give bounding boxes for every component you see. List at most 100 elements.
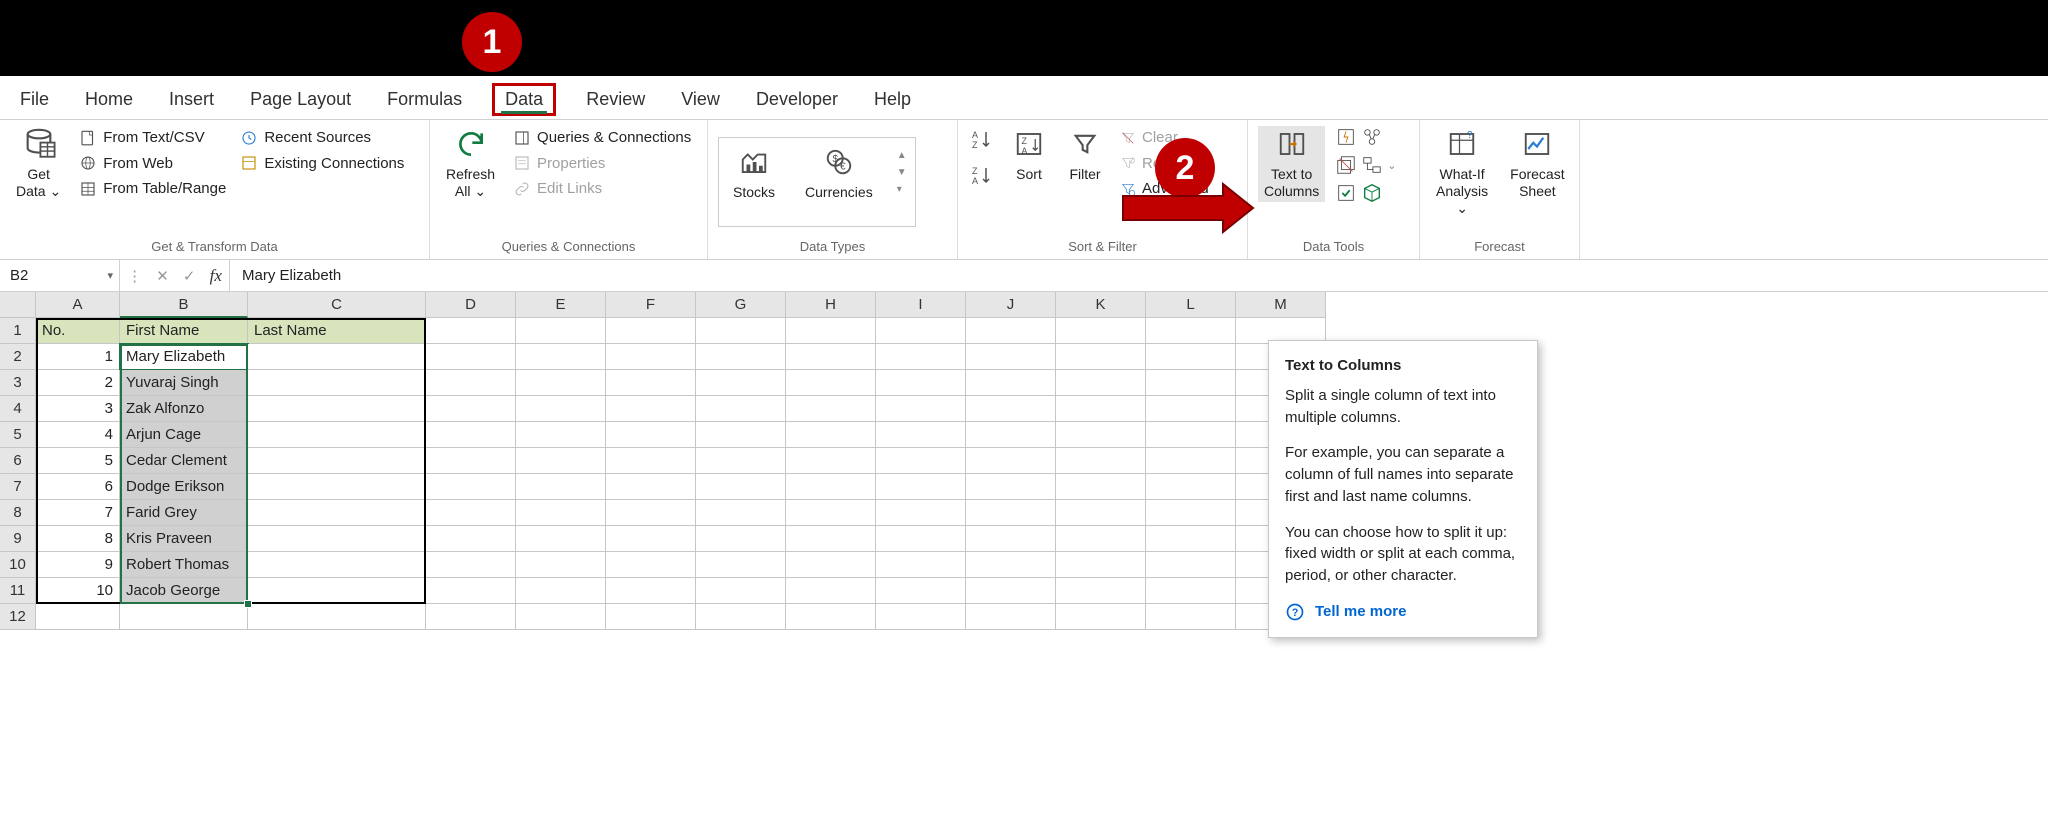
cell-G9[interactable] xyxy=(696,526,786,552)
cell-L11[interactable] xyxy=(1146,578,1236,604)
cell-L6[interactable] xyxy=(1146,448,1236,474)
cell-A10[interactable]: 9 xyxy=(36,552,120,578)
cell-G5[interactable] xyxy=(696,422,786,448)
cell-C9[interactable] xyxy=(248,526,426,552)
get-data-button[interactable]: GetData ⌄ xyxy=(10,126,67,202)
cell-I10[interactable] xyxy=(876,552,966,578)
cell-C4[interactable] xyxy=(248,396,426,422)
cell-B8[interactable]: Farid Grey xyxy=(120,500,248,526)
cell-I1[interactable] xyxy=(876,318,966,344)
cell-B2[interactable]: Mary Elizabeth xyxy=(120,344,248,370)
cell-F12[interactable] xyxy=(606,604,696,630)
cell-E5[interactable] xyxy=(516,422,606,448)
cell-J1[interactable] xyxy=(966,318,1056,344)
cell-H12[interactable] xyxy=(786,604,876,630)
cell-H6[interactable] xyxy=(786,448,876,474)
column-header-B[interactable]: B xyxy=(120,292,248,318)
properties-button[interactable]: Properties xyxy=(511,152,693,176)
cell-L3[interactable] xyxy=(1146,370,1236,396)
row-header-4[interactable]: 4 xyxy=(0,396,36,422)
cell-C6[interactable] xyxy=(248,448,426,474)
cell-D10[interactable] xyxy=(426,552,516,578)
name-box-dropdown-icon[interactable]: ▾ xyxy=(107,269,113,282)
cell-J6[interactable] xyxy=(966,448,1056,474)
cell-K8[interactable] xyxy=(1056,500,1146,526)
cell-F3[interactable] xyxy=(606,370,696,396)
sort-asc-button[interactable]: AZ xyxy=(968,126,996,154)
tab-page-layout[interactable]: Page Layout xyxy=(244,83,357,116)
cell-L2[interactable] xyxy=(1146,344,1236,370)
cell-E2[interactable] xyxy=(516,344,606,370)
cell-I8[interactable] xyxy=(876,500,966,526)
cell-E1[interactable] xyxy=(516,318,606,344)
cell-B5[interactable]: Arjun Cage xyxy=(120,422,248,448)
cell-A1[interactable]: No. xyxy=(36,318,120,344)
row-header-2[interactable]: 2 xyxy=(0,344,36,370)
cell-D3[interactable] xyxy=(426,370,516,396)
cell-L12[interactable] xyxy=(1146,604,1236,630)
cell-J9[interactable] xyxy=(966,526,1056,552)
cell-D1[interactable] xyxy=(426,318,516,344)
cell-E10[interactable] xyxy=(516,552,606,578)
cell-I12[interactable] xyxy=(876,604,966,630)
cell-B1[interactable]: First Name xyxy=(120,318,248,344)
cell-C1[interactable]: Last Name xyxy=(248,318,426,344)
cell-H9[interactable] xyxy=(786,526,876,552)
cell-D9[interactable] xyxy=(426,526,516,552)
cell-G11[interactable] xyxy=(696,578,786,604)
cell-G3[interactable] xyxy=(696,370,786,396)
cell-F11[interactable] xyxy=(606,578,696,604)
cell-D12[interactable] xyxy=(426,604,516,630)
row-header-6[interactable]: 6 xyxy=(0,448,36,474)
cell-D2[interactable] xyxy=(426,344,516,370)
cell-A6[interactable]: 5 xyxy=(36,448,120,474)
cell-A5[interactable]: 4 xyxy=(36,422,120,448)
cell-I9[interactable] xyxy=(876,526,966,552)
cell-E11[interactable] xyxy=(516,578,606,604)
cell-D11[interactable] xyxy=(426,578,516,604)
cell-B10[interactable]: Robert Thomas xyxy=(120,552,248,578)
column-header-I[interactable]: I xyxy=(876,292,966,318)
cell-C8[interactable] xyxy=(248,500,426,526)
cell-G8[interactable] xyxy=(696,500,786,526)
cancel-icon[interactable]: ✕ xyxy=(156,267,169,285)
column-header-D[interactable]: D xyxy=(426,292,516,318)
cell-F4[interactable] xyxy=(606,396,696,422)
cell-K9[interactable] xyxy=(1056,526,1146,552)
data-validation-icon[interactable] xyxy=(1335,182,1357,204)
cell-E3[interactable] xyxy=(516,370,606,396)
cell-J7[interactable] xyxy=(966,474,1056,500)
recent-sources-button[interactable]: Recent Sources xyxy=(238,126,406,150)
cell-J5[interactable] xyxy=(966,422,1056,448)
row-header-12[interactable]: 12 xyxy=(0,604,36,630)
cell-F10[interactable] xyxy=(606,552,696,578)
cell-K1[interactable] xyxy=(1056,318,1146,344)
formula-input[interactable]: Mary Elizabeth xyxy=(230,260,2048,291)
cell-D6[interactable] xyxy=(426,448,516,474)
consolidate-icon[interactable] xyxy=(1361,126,1383,148)
cell-B3[interactable]: Yuvaraj Singh xyxy=(120,370,248,396)
cell-J10[interactable] xyxy=(966,552,1056,578)
relationships-icon[interactable] xyxy=(1361,154,1383,176)
cell-F7[interactable] xyxy=(606,474,696,500)
cell-L9[interactable] xyxy=(1146,526,1236,552)
cell-F9[interactable] xyxy=(606,526,696,552)
tab-formulas[interactable]: Formulas xyxy=(381,83,468,116)
cell-J12[interactable] xyxy=(966,604,1056,630)
text-to-columns-button[interactable]: Text toColumns xyxy=(1258,126,1325,202)
cell-F5[interactable] xyxy=(606,422,696,448)
column-header-A[interactable]: A xyxy=(36,292,120,318)
cell-C7[interactable] xyxy=(248,474,426,500)
cell-E4[interactable] xyxy=(516,396,606,422)
cell-E12[interactable] xyxy=(516,604,606,630)
cell-L4[interactable] xyxy=(1146,396,1236,422)
cell-F1[interactable] xyxy=(606,318,696,344)
cell-K6[interactable] xyxy=(1056,448,1146,474)
cell-C3[interactable] xyxy=(248,370,426,396)
cell-K2[interactable] xyxy=(1056,344,1146,370)
data-model-icon[interactable] xyxy=(1361,182,1383,204)
cell-G1[interactable] xyxy=(696,318,786,344)
cell-H4[interactable] xyxy=(786,396,876,422)
cell-C11[interactable] xyxy=(248,578,426,604)
cell-H2[interactable] xyxy=(786,344,876,370)
